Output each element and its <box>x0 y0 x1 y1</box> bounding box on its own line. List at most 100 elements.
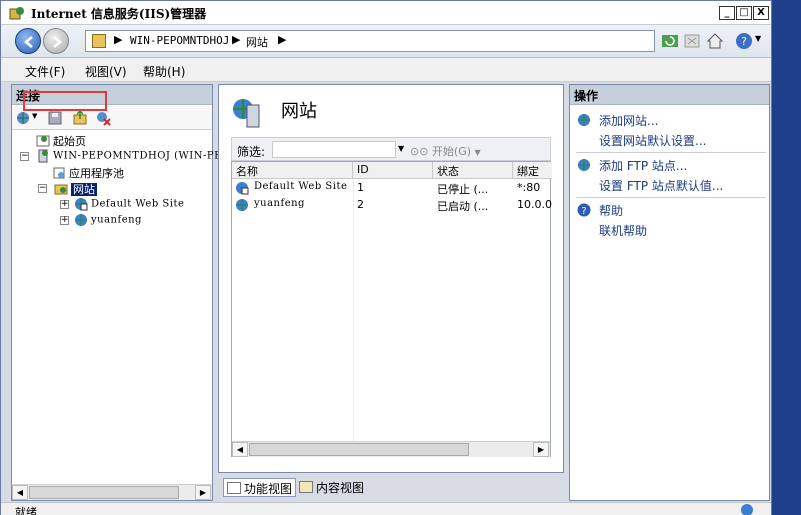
site1-expand-toggle[interactable]: + <box>60 200 69 209</box>
sites-folder-icon <box>54 184 68 195</box>
tree-item-yuanfeng[interactable]: yuanfeng <box>74 213 142 229</box>
website-globe-icon <box>75 214 87 226</box>
connect-dropdown-icon[interactable]: ▼ <box>32 112 37 120</box>
action-label: 添加网站... <box>599 114 659 128</box>
connections-pane: 连接 ▼ 起始页 − WIN-PEPOMNTDHOJ (WIN-PEPOM 应用… <box>11 84 248 501</box>
back-arrow-icon <box>24 36 33 48</box>
sites-collapse-toggle[interactable]: − <box>38 184 47 193</box>
action-label: 帮助 <box>599 204 624 218</box>
forward-arrow-icon <box>53 36 62 48</box>
features-view-icon <box>227 482 241 494</box>
column-divider <box>353 179 354 441</box>
actions-pane: 操作 添加网站... 设置网站默认设置... 添加 FTP 站点... 设置 F… <box>569 84 770 501</box>
sites-table: 名称 ID 状态 绑定 Default Web Site 1 已停止 (... … <box>231 161 552 457</box>
tree-item-sites[interactable]: 网站 <box>54 181 97 197</box>
features-view-label: 功能视图 <box>244 482 293 496</box>
cell-binding: *:80 <box>517 181 541 194</box>
column-header-id[interactable]: ID <box>353 162 433 179</box>
up-folder-icon[interactable] <box>72 110 88 126</box>
back-button[interactable] <box>15 28 41 54</box>
site2-expand-toggle[interactable]: + <box>60 216 69 225</box>
help-icon[interactable]: ? <box>735 32 753 50</box>
features-view-button[interactable]: 功能视图 <box>223 478 297 497</box>
svg-text:?: ? <box>581 206 586 217</box>
connect-globe-icon[interactable] <box>15 110 31 126</box>
help-dropdown-icon[interactable]: ▼ <box>755 34 761 43</box>
menu-file[interactable]: 文件(F) <box>25 63 65 80</box>
website-globe-icon <box>75 198 88 211</box>
close-button[interactable]: X <box>753 6 769 20</box>
scroll-thumb[interactable] <box>249 443 469 456</box>
iis-manager-window: Internet 信息服务(IIS)管理器 _ □ X ▶ WIN-PEPOMN… <box>0 0 772 515</box>
content-view-label: 内容视图 <box>316 481 365 495</box>
action-label: 添加 FTP 站点... <box>599 159 688 173</box>
tree-label-app-pools: 应用程序池 <box>69 167 124 180</box>
scroll-left-icon[interactable]: ◀ <box>232 442 248 457</box>
refresh-icon[interactable] <box>661 32 679 50</box>
divider <box>576 152 766 153</box>
server-icon <box>38 149 48 163</box>
cell-binding: 10.0.0 <box>517 198 552 211</box>
ftp-globe-icon <box>578 159 590 171</box>
view-switcher: 功能视图 内容视图 <box>218 475 564 499</box>
status-text: 就绪 <box>15 506 37 515</box>
start-button[interactable]: ⊙⊙ 开始(G) ▼ <box>410 143 481 159</box>
table-hscrollbar[interactable]: ◀ ▶ <box>232 441 550 457</box>
filter-dropdown-icon[interactable]: ▼ <box>398 144 404 153</box>
delete-connection-icon[interactable] <box>95 110 111 126</box>
scroll-left-icon[interactable]: ◀ <box>12 485 28 500</box>
action-label: 设置网站默认设置... <box>599 134 707 148</box>
tree-label-start-page: 起始页 <box>53 135 86 148</box>
scroll-right-icon[interactable]: ▶ <box>195 485 211 500</box>
home-icon[interactable] <box>706 32 724 50</box>
tree-label-yuanfeng: yuanfeng <box>91 214 142 226</box>
binoculars-icon: ⊙⊙ <box>410 145 429 158</box>
content-view-icon <box>299 481 313 493</box>
server-collapse-toggle[interactable]: − <box>20 152 29 161</box>
help-icon: ? <box>577 203 591 217</box>
status-bar: 就绪 <box>1 502 771 515</box>
address-toolbar: ▶ WIN-PEPOMNTDHOJ ▶ 网站 ▶ ? ▼ <box>1 25 771 58</box>
cell-id: 2 <box>357 198 364 211</box>
menu-bar: 文件(F) 视图(V) 帮助(H) <box>1 58 771 82</box>
start-dropdown-icon: ▼ <box>474 148 481 157</box>
tree-item-app-pools[interactable]: 应用程序池 <box>52 165 124 181</box>
title-bar[interactable]: Internet 信息服务(IIS)管理器 _ □ X <box>1 1 771 25</box>
stopped-site-icon <box>236 182 249 195</box>
column-header-binding[interactable]: 绑定 <box>513 162 552 179</box>
stop-icon[interactable] <box>683 32 701 50</box>
column-header-status[interactable]: 状态 <box>433 162 513 179</box>
menu-view[interactable]: 视图(V) <box>85 63 127 80</box>
minimize-button[interactable]: _ <box>719 6 735 20</box>
highlight-box <box>23 91 107 111</box>
content-view-button[interactable]: 内容视图 <box>296 478 367 497</box>
tree-label-sites: 网站 <box>71 183 97 196</box>
cell-id: 1 <box>357 181 364 194</box>
running-site-icon <box>236 199 248 211</box>
maximize-button[interactable]: □ <box>736 6 752 20</box>
scroll-thumb[interactable] <box>29 486 179 499</box>
breadcrumb-separator: ▶ <box>232 33 241 46</box>
breadcrumb-separator: ▶ <box>278 33 287 46</box>
page-title: 网站 <box>281 101 317 122</box>
address-breadcrumb[interactable]: ▶ WIN-PEPOMNTDHOJ ▶ 网站 ▶ <box>85 30 655 52</box>
forward-button[interactable] <box>43 28 69 54</box>
filter-input[interactable] <box>272 141 396 158</box>
column-header-name[interactable]: 名称 <box>232 162 353 179</box>
action-label: 联机帮助 <box>599 224 648 238</box>
scroll-right-icon[interactable]: ▶ <box>533 442 549 457</box>
breadcrumb-server[interactable]: WIN-PEPOMNTDHOJ <box>130 34 229 47</box>
cell-status: 已停止 (... <box>437 183 489 196</box>
breadcrumb-sites[interactable]: 网站 <box>246 34 268 50</box>
start-page-icon <box>36 135 50 147</box>
connections-hscrollbar[interactable]: ◀ ▶ <box>12 484 212 500</box>
tree-item-default-web-site[interactable]: Default Web Site <box>74 197 184 213</box>
actions-header: 操作 <box>570 85 769 105</box>
tree-item-start-page[interactable]: 起始页 <box>36 133 86 149</box>
tree-item-server[interactable]: WIN-PEPOMNTDHOJ (WIN-PEPOM <box>36 149 249 165</box>
main-pane: 网站 筛选: ▼ ⊙⊙ 开始(G) ▼ 名称 ID 状态 绑定 Default … <box>218 84 564 473</box>
save-icon[interactable] <box>47 110 63 126</box>
app-pool-icon <box>53 167 65 179</box>
cell-name: Default Web Site <box>254 181 348 192</box>
menu-help[interactable]: 帮助(H) <box>143 63 185 80</box>
